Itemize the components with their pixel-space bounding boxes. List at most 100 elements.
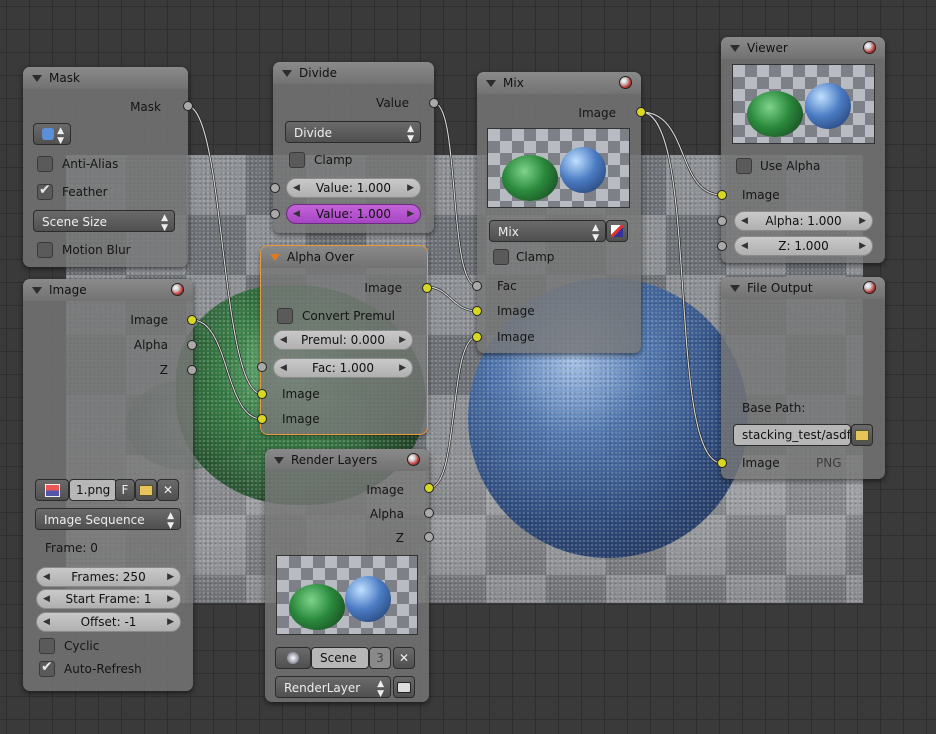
clamp-checkbox[interactable] (289, 152, 305, 168)
anti-alias-checkbox[interactable] (37, 156, 53, 172)
input-socket-value-2[interactable] (270, 209, 280, 219)
node-viewer[interactable]: Viewer Use Alpha Image ◀ Alpha: 1.000 ▶ … (717, 37, 885, 263)
collapse-triangle-icon[interactable] (730, 45, 740, 52)
output-socket-image[interactable] (187, 315, 197, 325)
output-socket-alpha[interactable] (424, 508, 434, 518)
decrement-arrow-icon[interactable]: ◀ (43, 568, 50, 586)
premul-field[interactable]: ◀ Premul: 0.000 ▶ (273, 330, 413, 350)
node-header[interactable]: Mask (23, 67, 188, 89)
output-socket-z[interactable] (424, 532, 434, 542)
render-button[interactable] (393, 676, 415, 698)
decrement-arrow-icon[interactable]: ◀ (280, 359, 287, 377)
collapse-triangle-icon[interactable] (32, 75, 42, 82)
input-socket-image-2[interactable] (472, 332, 482, 342)
output-socket-mask[interactable] (183, 101, 193, 111)
decrement-arrow-icon[interactable]: ◀ (741, 237, 748, 255)
motion-blur-checkbox[interactable] (37, 242, 53, 258)
alpha-field[interactable]: ◀ Alpha: 1.000 ▶ (734, 211, 873, 231)
node-divide[interactable]: Divide Value Divide ▲ ▼ Clamp ◀ Value: 1.… (270, 62, 439, 233)
mask-datablock-select[interactable]: ▲ ▼ (33, 123, 71, 146)
material-ball-icon[interactable] (171, 283, 184, 296)
input-socket-image[interactable] (717, 190, 727, 200)
decrement-arrow-icon[interactable]: ◀ (293, 179, 300, 197)
increment-arrow-icon[interactable]: ▶ (399, 359, 406, 377)
decrement-arrow-icon[interactable]: ◀ (43, 613, 50, 631)
collapse-triangle-icon[interactable] (274, 457, 284, 464)
value-2-field[interactable]: ◀ Value: 1.000 ▶ (286, 204, 421, 224)
input-socket-fac[interactable] (472, 281, 482, 291)
collapse-triangle-icon[interactable] (486, 80, 496, 87)
increment-arrow-icon[interactable]: ▶ (859, 237, 866, 255)
node-header[interactable]: File Output (721, 277, 885, 299)
material-ball-icon[interactable] (407, 453, 420, 466)
auto-refresh-checkbox[interactable] (39, 659, 55, 677)
use-alpha-toggle[interactable] (606, 220, 628, 242)
unlink-scene-button[interactable]: ✕ (393, 647, 415, 669)
convert-premul-checkbox[interactable] (277, 308, 293, 324)
collapse-triangle-icon[interactable] (270, 254, 280, 261)
open-image-button[interactable] (135, 479, 157, 501)
output-socket-alpha[interactable] (187, 340, 197, 350)
decrement-arrow-icon[interactable]: ◀ (43, 590, 50, 608)
input-socket-image-1[interactable] (472, 306, 482, 316)
output-socket-image[interactable] (636, 107, 646, 117)
decrement-arrow-icon[interactable]: ◀ (741, 212, 748, 230)
output-socket-image[interactable] (422, 283, 432, 293)
start-frame-field[interactable]: ◀ Start Frame: 1 ▶ (36, 589, 181, 609)
node-file-output[interactable]: File Output Base Path: stacking_test/asd… (717, 277, 885, 479)
decrement-arrow-icon[interactable]: ◀ (293, 205, 300, 223)
node-alpha-over[interactable]: Alpha Over Image Convert Premul ◀ Premul… (257, 245, 432, 435)
node-header[interactable]: Render Layers (265, 449, 429, 471)
node-mix[interactable]: Mix Image Mix ▲ ▼ Clamp Fac Image Image (472, 72, 646, 353)
collapse-triangle-icon[interactable] (32, 287, 42, 294)
fac-field[interactable]: ◀ Fac: 1.000 ▶ (273, 358, 413, 378)
unlink-image-button[interactable]: ✕ (157, 479, 179, 501)
input-socket-image[interactable] (717, 458, 727, 468)
image-datablock-browse[interactable] (35, 479, 69, 501)
node-header[interactable]: Viewer (721, 37, 885, 59)
input-socket-value-1[interactable] (270, 183, 280, 193)
input-socket-z[interactable] (717, 241, 727, 251)
fake-user-toggle[interactable]: F (115, 479, 135, 501)
collapse-triangle-icon[interactable] (730, 285, 740, 292)
increment-arrow-icon[interactable]: ▶ (859, 212, 866, 230)
node-image[interactable]: Image Image Alpha Z 1.png F ✕ Image Sequ… (23, 279, 197, 691)
input-socket-image-2[interactable] (257, 414, 267, 424)
frames-field[interactable]: ◀ Frames: 250 ▶ (36, 567, 181, 587)
increment-arrow-icon[interactable]: ▶ (167, 590, 174, 608)
browse-path-button[interactable] (851, 424, 873, 446)
node-header[interactable]: Mix (477, 72, 641, 94)
input-socket-image-1[interactable] (257, 389, 267, 399)
input-socket-alpha[interactable] (717, 216, 727, 226)
increment-arrow-icon[interactable]: ▶ (407, 205, 414, 223)
output-socket-image[interactable] (424, 483, 434, 493)
node-mask[interactable]: Mask Mask ▲▼ Anti-Alias Feather Scene Si… (23, 67, 193, 267)
scene-datablock-browse[interactable] (275, 647, 311, 669)
use-alpha-checkbox[interactable] (736, 158, 752, 174)
node-header[interactable]: Image (23, 279, 193, 301)
input-socket-fac[interactable] (257, 362, 267, 372)
increment-arrow-icon[interactable]: ▶ (407, 179, 414, 197)
scene-name-field[interactable]: Scene (311, 647, 369, 669)
render-layer-select[interactable]: RenderLayer ▲ ▼ (275, 676, 391, 699)
math-operation-select[interactable]: Divide ▲ ▼ (285, 121, 421, 144)
clamp-checkbox[interactable] (493, 249, 509, 265)
output-socket-z[interactable] (187, 365, 197, 375)
collapse-triangle-icon[interactable] (282, 70, 292, 77)
increment-arrow-icon[interactable]: ▶ (399, 331, 406, 349)
blend-mode-select[interactable]: Mix ▲ ▼ (489, 220, 606, 243)
feather-checkbox[interactable] (37, 182, 53, 200)
cyclic-checkbox[interactable] (39, 638, 55, 654)
z-field[interactable]: ◀ Z: 1.000 ▶ (734, 236, 873, 256)
offset-field[interactable]: ◀ Offset: -1 ▶ (36, 612, 181, 632)
increment-arrow-icon[interactable]: ▶ (167, 568, 174, 586)
material-ball-icon[interactable] (619, 76, 632, 89)
increment-arrow-icon[interactable]: ▶ (167, 613, 174, 631)
value-1-field[interactable]: ◀ Value: 1.000 ▶ (286, 178, 421, 198)
node-header[interactable]: Alpha Over (261, 246, 427, 268)
base-path-field[interactable]: stacking_test/asdf/ (733, 424, 851, 446)
decrement-arrow-icon[interactable]: ◀ (280, 331, 287, 349)
size-source-select[interactable]: Scene Size ▲ ▼ (33, 210, 175, 233)
node-header[interactable]: Divide (273, 62, 434, 84)
output-socket-value[interactable] (429, 98, 439, 108)
